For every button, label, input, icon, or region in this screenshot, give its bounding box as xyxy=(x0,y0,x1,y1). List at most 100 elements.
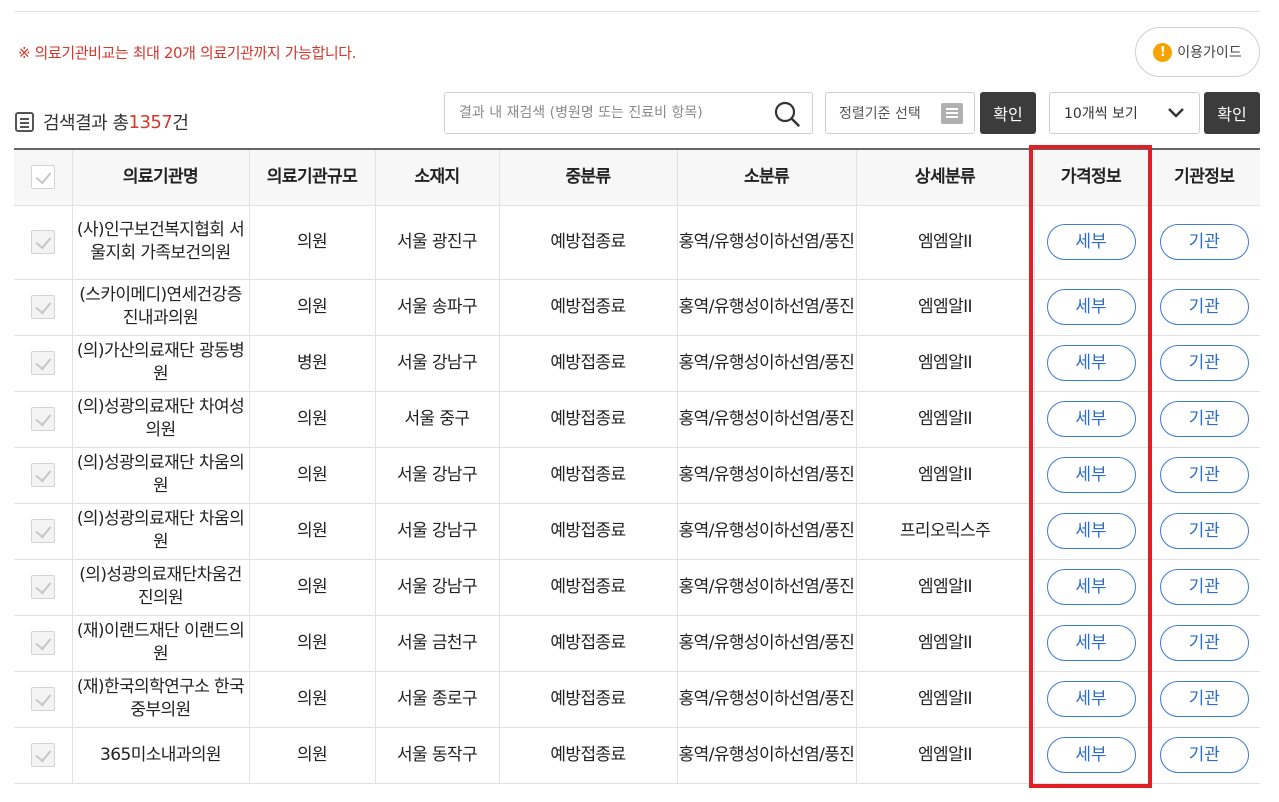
cell-location: 서울 송파구 xyxy=(374,279,499,336)
cell-location: 서울 광진구 xyxy=(374,205,499,280)
org-info-button[interactable]: 기관 xyxy=(1159,289,1249,325)
cell-name: (스카이메디)연세건강증진내과의원 xyxy=(71,279,249,336)
cell-detail-category: 엠엠알II xyxy=(855,279,1034,336)
search-icon[interactable] xyxy=(774,101,800,127)
cell-size: 의원 xyxy=(248,671,375,728)
header-org-info: 기관정보 xyxy=(1147,148,1260,206)
row-checkbox[interactable] xyxy=(30,351,55,375)
table-row: (의)성광의료재단 차움의원 의원 서울 강남구 예방접종료 홍역/유행성이하선… xyxy=(14,447,1260,504)
usage-guide-label: 이용가이드 xyxy=(1177,45,1242,61)
org-info-button[interactable]: 기관 xyxy=(1159,625,1249,661)
cell-name: (사)인구보건복지협회 서울지회 가족보건의원 xyxy=(71,205,249,280)
cell-name: (재)이랜드재단 이랜드의원 xyxy=(71,615,249,672)
per-page-select[interactable]: 10개씩 보기 xyxy=(1049,92,1200,134)
price-detail-button[interactable]: 세부 xyxy=(1046,737,1136,773)
cell-sub-category: 홍역/유행성이하선염/풍진 xyxy=(676,279,856,336)
cell-detail-category: 엠엠알II xyxy=(855,335,1034,392)
per-page-value: 10개씩 보기 xyxy=(1064,106,1138,122)
cell-size: 의원 xyxy=(248,503,375,560)
cell-name: (의)성광의료재단 차움의원 xyxy=(71,503,249,560)
cell-mid-category: 예방접종료 xyxy=(498,391,677,448)
row-checkbox[interactable] xyxy=(30,519,55,543)
cell-location: 서울 강남구 xyxy=(374,503,499,560)
row-checkbox[interactable] xyxy=(30,230,55,254)
row-checkbox[interactable] xyxy=(30,575,55,599)
header-size: 의료기관규모 xyxy=(248,148,375,206)
table-row: (사)인구보건복지협회 서울지회 가족보건의원 의원 서울 광진구 예방접종료 … xyxy=(14,205,1260,280)
research-search-box xyxy=(444,92,813,134)
price-detail-button[interactable]: 세부 xyxy=(1046,513,1136,549)
result-suffix: 건 xyxy=(172,113,189,134)
org-info-button[interactable]: 기관 xyxy=(1159,681,1249,717)
select-all-checkbox[interactable] xyxy=(30,165,55,190)
results-table: 의료기관명 의료기관규모 소재지 중분류 소분류 상세분류 가격정보 기관정보 … xyxy=(14,148,1260,784)
table-header-row: 의료기관명 의료기관규모 소재지 중분류 소분류 상세분류 가격정보 기관정보 xyxy=(14,148,1260,206)
price-detail-button[interactable]: 세부 xyxy=(1046,345,1136,381)
compare-limit-notice: ※ 의료기관비교는 최대 20개 의료기관까지 가능합니다. xyxy=(18,44,357,62)
result-count: 검색결과 총 1357 건 xyxy=(15,109,189,135)
sort-confirm-button[interactable]: 확인 xyxy=(980,92,1036,134)
header-price-info: 가격정보 xyxy=(1033,148,1148,206)
usage-guide-button[interactable]: ! 이용가이드 xyxy=(1135,27,1260,77)
cell-mid-category: 예방접종료 xyxy=(498,559,677,616)
cell-size: 의원 xyxy=(248,391,375,448)
cell-size: 병원 xyxy=(248,335,375,392)
org-info-button[interactable]: 기관 xyxy=(1159,457,1249,493)
cell-sub-category: 홍역/유행성이하선염/풍진 xyxy=(676,335,856,392)
per-page-confirm-button[interactable]: 확인 xyxy=(1204,92,1260,134)
table-row: (의)성광의료재단 차움의원 의원 서울 강남구 예방접종료 홍역/유행성이하선… xyxy=(14,503,1260,560)
cell-sub-category: 홍역/유행성이하선염/풍진 xyxy=(676,447,856,504)
cell-detail-category: 엠엠알II xyxy=(855,727,1034,784)
org-info-button[interactable]: 기관 xyxy=(1159,513,1249,549)
price-detail-button[interactable]: 세부 xyxy=(1046,224,1136,260)
research-search-input[interactable] xyxy=(445,93,765,133)
result-prefix: 검색결과 총 xyxy=(43,113,129,134)
price-detail-button[interactable]: 세부 xyxy=(1046,569,1136,605)
org-info-button[interactable]: 기관 xyxy=(1159,401,1249,437)
row-checkbox[interactable] xyxy=(30,295,55,319)
cell-mid-category: 예방접종료 xyxy=(498,279,677,336)
row-checkbox[interactable] xyxy=(30,463,55,487)
org-info-button[interactable]: 기관 xyxy=(1159,345,1249,381)
table-row: (의)성광의료재단차움건진의원 의원 서울 강남구 예방접종료 홍역/유행성이하… xyxy=(14,559,1260,616)
org-info-button[interactable]: 기관 xyxy=(1159,737,1249,773)
header-name: 의료기관명 xyxy=(71,148,249,206)
price-detail-button[interactable]: 세부 xyxy=(1046,681,1136,717)
header-sub-category: 소분류 xyxy=(676,148,856,206)
price-detail-button[interactable]: 세부 xyxy=(1046,401,1136,437)
cell-sub-category: 홍역/유행성이하선염/풍진 xyxy=(676,615,856,672)
top-divider xyxy=(14,11,1260,12)
row-checkbox[interactable] xyxy=(30,687,55,711)
price-detail-button[interactable]: 세부 xyxy=(1046,625,1136,661)
price-detail-button[interactable]: 세부 xyxy=(1046,289,1136,325)
header-detail-category: 상세분류 xyxy=(855,148,1034,206)
table-row: 365미소내과의원 의원 서울 동작구 예방접종료 홍역/유행성이하선염/풍진 … xyxy=(14,727,1260,784)
cell-sub-category: 홍역/유행성이하선염/풍진 xyxy=(676,205,856,280)
cell-detail-category: 엠엠알II xyxy=(855,615,1034,672)
header-location: 소재지 xyxy=(374,148,499,206)
org-info-button[interactable]: 기관 xyxy=(1159,224,1249,260)
cell-name: (의)가산의료재단 광동병원 xyxy=(71,335,249,392)
cell-sub-category: 홍역/유행성이하선염/풍진 xyxy=(676,391,856,448)
cell-location: 서울 중구 xyxy=(374,391,499,448)
cell-sub-category: 홍역/유행성이하선염/풍진 xyxy=(676,727,856,784)
cell-location: 서울 금천구 xyxy=(374,615,499,672)
row-checkbox[interactable] xyxy=(30,631,55,655)
exclamation-icon: ! xyxy=(1153,42,1173,62)
table-row: (재)이랜드재단 이랜드의원 의원 서울 금천구 예방접종료 홍역/유행성이하선… xyxy=(14,615,1260,672)
org-info-button[interactable]: 기관 xyxy=(1159,569,1249,605)
cell-size: 의원 xyxy=(248,279,375,336)
row-checkbox[interactable] xyxy=(30,743,55,767)
row-checkbox[interactable] xyxy=(30,407,55,431)
list-icon xyxy=(941,103,963,124)
table-row: (재)한국의학연구소 한국중부의원 의원 서울 종로구 예방접종료 홍역/유행성… xyxy=(14,671,1260,728)
cell-name: (의)성광의료재단 차여성의원 xyxy=(71,391,249,448)
price-detail-button[interactable]: 세부 xyxy=(1046,457,1136,493)
cell-mid-category: 예방접종료 xyxy=(498,671,677,728)
cell-name: (의)성광의료재단 차움의원 xyxy=(71,447,249,504)
cell-detail-category: 엠엠알II xyxy=(855,447,1034,504)
sort-criteria-select[interactable]: 정렬기준 선택 xyxy=(825,92,975,134)
cell-detail-category: 엠엠알II xyxy=(855,559,1034,616)
cell-name: 365미소내과의원 xyxy=(71,727,249,784)
table-row: (의)가산의료재단 광동병원 병원 서울 강남구 예방접종료 홍역/유행성이하선… xyxy=(14,335,1260,392)
